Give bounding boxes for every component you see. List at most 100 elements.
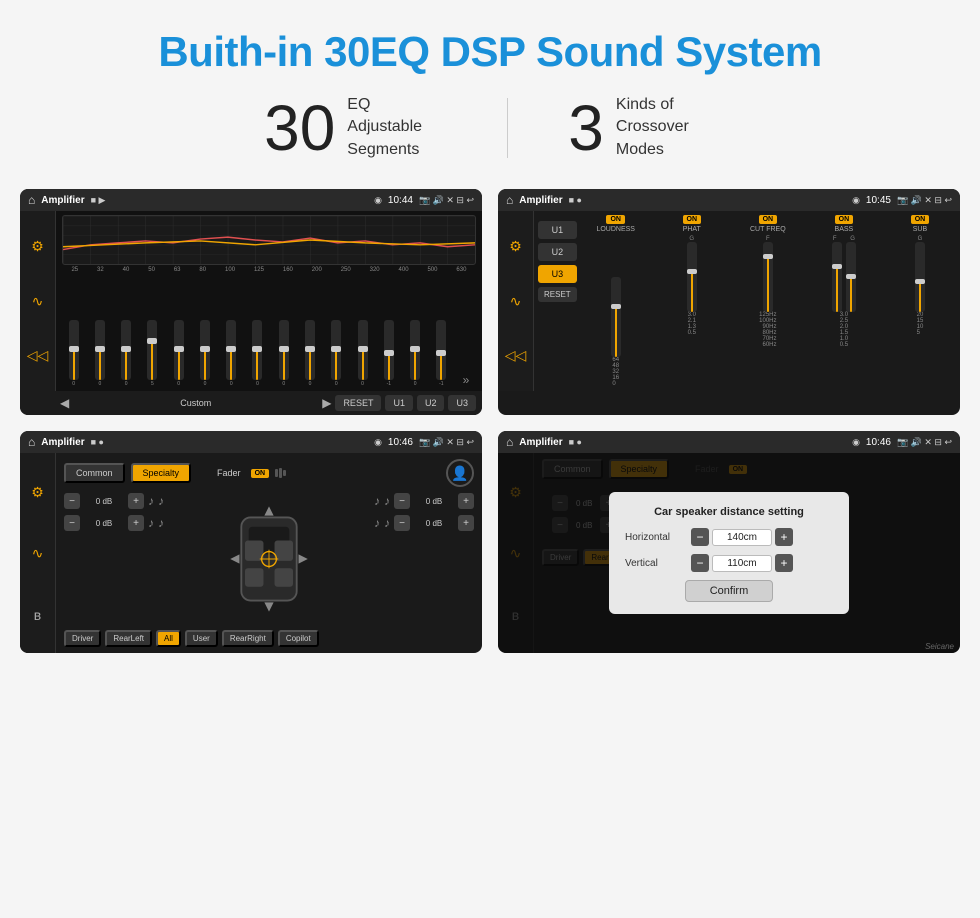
- phat-slider[interactable]: [687, 242, 697, 312]
- cutfreq-slider1[interactable]: [763, 242, 773, 312]
- loudness-label: LOUDNESS: [596, 226, 635, 233]
- bass-slider1[interactable]: [832, 242, 842, 312]
- more-icon[interactable]: »: [463, 373, 470, 387]
- all-btn[interactable]: All: [156, 630, 181, 647]
- home-icon-1[interactable]: ⌂: [28, 193, 35, 207]
- db4-minus[interactable]: −: [394, 515, 410, 531]
- bass-slider2[interactable]: [846, 242, 856, 312]
- eq-slider-3[interactable]: 0: [121, 320, 131, 387]
- horizontal-minus[interactable]: −: [691, 528, 709, 546]
- avatar-icon[interactable]: 👤: [446, 459, 474, 487]
- vertical-minus[interactable]: −: [691, 554, 709, 572]
- user-btn[interactable]: User: [185, 630, 218, 647]
- confirm-button[interactable]: Confirm: [685, 580, 774, 602]
- bass-on[interactable]: ON: [835, 215, 854, 224]
- common-tab[interactable]: Common: [64, 463, 125, 483]
- db3-plus[interactable]: +: [458, 493, 474, 509]
- vertical-plus[interactable]: +: [775, 554, 793, 572]
- eq-curve-svg: [63, 216, 475, 264]
- db3-minus[interactable]: −: [394, 493, 410, 509]
- db1-plus[interactable]: +: [128, 493, 144, 509]
- fader-on-badge[interactable]: ON: [251, 469, 270, 478]
- home-icon-4[interactable]: ⌂: [506, 435, 513, 449]
- xo-vol-icon[interactable]: ◁◁: [505, 347, 527, 364]
- xo-reset-btn[interactable]: RESET: [538, 287, 577, 302]
- sp-wave-icon[interactable]: ∿: [32, 545, 44, 562]
- eq-slider-13[interactable]: -1: [384, 320, 394, 387]
- rearright-btn[interactable]: RearRight: [222, 630, 274, 647]
- eq-slider-6[interactable]: 0: [200, 320, 210, 387]
- driver-btn[interactable]: Driver: [64, 630, 101, 647]
- xo-channel-phat: ON PHAT G 3.02.11.30.5: [656, 215, 728, 387]
- app-name-3: Amplifier: [41, 437, 84, 448]
- u3-btn[interactable]: U3: [448, 395, 476, 411]
- fader-bars: [275, 468, 286, 478]
- xo-channel-loudness: ON LOUDNESS 644832160: [580, 215, 652, 387]
- xo-channel-bass: ON BASS F G: [808, 215, 880, 387]
- eq-slider-15[interactable]: -1: [436, 320, 446, 387]
- xo-channels: ON LOUDNESS 644832160 ON PHAT: [580, 215, 956, 387]
- db-row-2: − 0 dB + ♪ ♪: [64, 515, 164, 531]
- xo-wave-icon[interactable]: ∿: [510, 293, 522, 310]
- db2-minus[interactable]: −: [64, 515, 80, 531]
- sp-content: ⚙ ∿ ʙ Common Specialty Fader ON 👤: [20, 453, 482, 653]
- status-icons-4: 📷 🔊 ✕ ⊟ ↩: [897, 437, 952, 448]
- eq-slider-10[interactable]: 0: [305, 320, 315, 387]
- sp-settings-icon[interactable]: ⚙: [31, 484, 44, 501]
- u2-btn[interactable]: U2: [417, 395, 445, 411]
- status-bar-2: ⌂ Amplifier ■ ● ◉ 10:45 📷 🔊 ✕ ⊟ ↩: [498, 189, 960, 211]
- specialty-tab[interactable]: Specialty: [131, 463, 192, 483]
- sub-on[interactable]: ON: [911, 215, 930, 224]
- eq-slider-4[interactable]: 5: [147, 320, 157, 387]
- fader-label: Fader: [217, 468, 241, 478]
- eq-slider-1[interactable]: 0: [69, 320, 79, 387]
- loudness-slider[interactable]: [611, 277, 621, 357]
- speaker-icon-4: ♪: [158, 516, 164, 530]
- u1-btn[interactable]: U1: [385, 395, 413, 411]
- preset-u2[interactable]: U2: [538, 243, 577, 261]
- eq-vol-icon[interactable]: ◁◁: [27, 347, 49, 364]
- xo-content: ⚙ ∿ ◁◁ U1 U2 U3 RESET ON LOUDNESS: [498, 211, 960, 391]
- phat-on[interactable]: ON: [683, 215, 702, 224]
- eq-slider-2[interactable]: 0: [95, 320, 105, 387]
- db2-value: 0 dB: [84, 519, 124, 528]
- status-icons-3: 📷 🔊 ✕ ⊟ ↩: [419, 437, 474, 448]
- cutfreq-on[interactable]: ON: [759, 215, 778, 224]
- eq-settings-icon[interactable]: ⚙: [31, 238, 44, 255]
- eq-slider-11[interactable]: 0: [331, 320, 341, 387]
- home-icon-2[interactable]: ⌂: [506, 193, 513, 207]
- eq-slider-9[interactable]: 0: [279, 320, 289, 387]
- home-icon-3[interactable]: ⌂: [28, 435, 35, 449]
- eq-wave-icon[interactable]: ∿: [32, 293, 44, 310]
- loudness-on[interactable]: ON: [606, 215, 625, 224]
- vertical-value: 110cm: [712, 555, 772, 572]
- eq-slider-12[interactable]: 0: [358, 320, 368, 387]
- status-icons-2: 📷 🔊 ✕ ⊟ ↩: [897, 195, 952, 206]
- rearleft-btn[interactable]: RearLeft: [105, 630, 152, 647]
- sp-sidebar: ⚙ ∿ ʙ: [20, 453, 56, 653]
- preset-u1[interactable]: U1: [538, 221, 577, 239]
- xo-settings-icon[interactable]: ⚙: [509, 238, 522, 255]
- db-row-3: ♪ ♪ − 0 dB +: [374, 493, 474, 509]
- prev-arrow[interactable]: ◀: [60, 396, 69, 410]
- app-name-4: Amplifier: [519, 437, 562, 448]
- copilot-btn[interactable]: Copilot: [278, 630, 319, 647]
- eq-slider-14[interactable]: 0: [410, 320, 420, 387]
- reset-btn[interactable]: RESET: [335, 395, 381, 411]
- status-bar-3: ⌂ Amplifier ■ ● ◉ 10:46 📷 🔊 ✕ ⊟ ↩: [20, 431, 482, 453]
- stat-crossover: 3 Kinds of Crossover Modes: [508, 94, 776, 161]
- db4-plus[interactable]: +: [458, 515, 474, 531]
- db2-plus[interactable]: +: [128, 515, 144, 531]
- loudness-sliders: [611, 236, 621, 357]
- eq-slider-5[interactable]: 0: [174, 320, 184, 387]
- screen-eq: ⌂ Amplifier ■ ▶ ◉ 10:44 📷 🔊 ✕ ⊟ ↩ ⚙ ∿ ◁◁: [20, 189, 482, 415]
- eq-slider-7[interactable]: 0: [226, 320, 236, 387]
- sp-vol-icon[interactable]: ʙ: [34, 607, 41, 623]
- sub-slider[interactable]: [915, 242, 925, 312]
- horizontal-plus[interactable]: +: [775, 528, 793, 546]
- eq-slider-8[interactable]: 0: [252, 320, 262, 387]
- next-arrow[interactable]: ▶: [322, 396, 331, 410]
- preset-u3[interactable]: U3: [538, 265, 577, 283]
- db1-minus[interactable]: −: [64, 493, 80, 509]
- speaker-icon-7: ♪: [374, 516, 380, 530]
